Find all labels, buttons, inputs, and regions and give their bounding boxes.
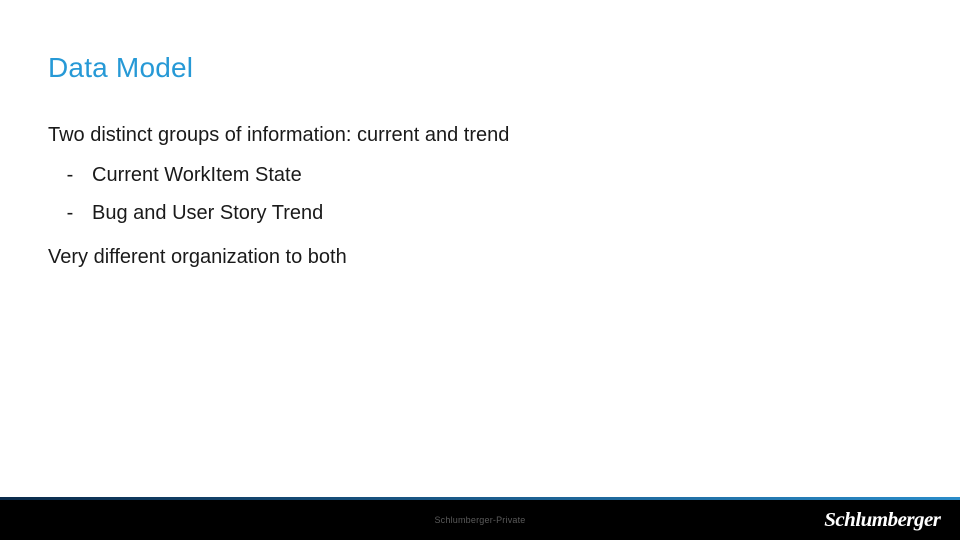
list-item: - Bug and User Story Trend [48, 194, 912, 232]
bullet-list: - Current WorkItem State - Bug and User … [48, 156, 912, 232]
intro-paragraph: Two distinct groups of information: curr… [48, 120, 912, 150]
closing-paragraph: Very different organization to both [48, 242, 912, 272]
slide-body: Two distinct groups of information: curr… [48, 120, 912, 278]
list-item: - Current WorkItem State [48, 156, 912, 194]
slide: Data Model Two distinct groups of inform… [0, 0, 960, 540]
footer-classification: Schlumberger-Private [434, 515, 525, 525]
footer-bar: Schlumberger-Private Schlumberger [0, 500, 960, 540]
footer: Schlumberger-Private Schlumberger [0, 497, 960, 540]
bullet-text: Bug and User Story Trend [92, 198, 323, 228]
brand-logo: Schlumberger [825, 509, 941, 532]
slide-title: Data Model [48, 52, 193, 84]
bullet-text: Current WorkItem State [92, 160, 302, 190]
dash-icon: - [48, 198, 92, 228]
dash-icon: - [48, 160, 92, 190]
